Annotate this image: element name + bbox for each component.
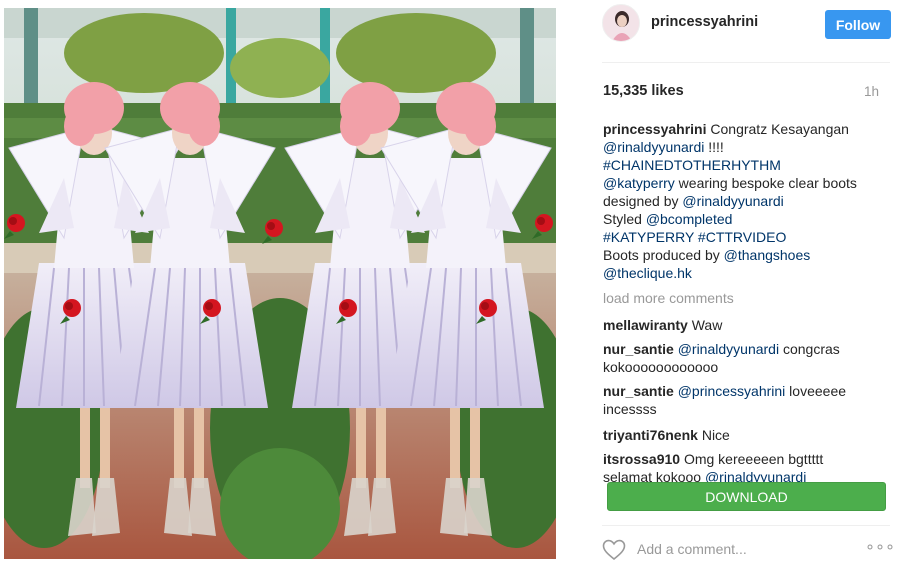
caption-text: Styled	[603, 211, 646, 227]
post-author-username[interactable]: princessyahrini	[651, 14, 758, 30]
post-caption: princessyahrini Congratz Kesayangan @rin…	[603, 120, 893, 282]
avatar[interactable]	[602, 4, 640, 42]
hashtag-link[interactable]: #CTTRVIDEO	[694, 229, 786, 245]
comment-text: incessss	[603, 401, 657, 417]
caption-text: Boots produced by	[603, 247, 724, 263]
comments-list: mellawiranty Waw nur_santie @rinaldyyuna…	[603, 314, 893, 482]
mention-link[interactable]: @rinaldyyunardi	[674, 341, 779, 357]
comment-text: congcras	[779, 341, 840, 357]
footer-divider	[602, 525, 890, 526]
post-photo[interactable]	[4, 8, 556, 559]
mention-link[interactable]: @rinaldyyunardi	[682, 193, 783, 209]
heart-icon-glyph	[602, 539, 626, 561]
likes-count[interactable]: 15,335 likes	[603, 83, 684, 99]
post-image	[4, 8, 556, 559]
comment-text: Nice	[697, 427, 730, 443]
add-comment-input[interactable]: Add a comment...	[637, 541, 747, 557]
comment-text: Waw	[687, 317, 723, 333]
mention-link[interactable]: @thangshoes	[724, 247, 811, 263]
comment-text: loveeeee	[785, 383, 847, 399]
comment-item: itsrossa910 Omg kereeeeen bgttttt selama…	[603, 450, 823, 482]
comment-username[interactable]: mellawiranty	[603, 317, 688, 333]
comment-text: kokoooooooooooo	[603, 359, 719, 375]
load-more-comments-link[interactable]: load more comments	[603, 290, 734, 306]
mention-link[interactable]: @bcompleted	[646, 211, 733, 227]
hashtag-link[interactable]: #CHAINEDTOTHERHYTHM	[603, 157, 781, 173]
comment-username[interactable]: itsrossa910	[603, 451, 680, 467]
caption-text: designed by	[603, 193, 683, 209]
post-time[interactable]: 1h	[864, 84, 879, 99]
mention-link[interactable]: @katyperry	[603, 175, 675, 191]
comment-text: selamat kokooo	[603, 469, 705, 482]
comment-item: nur_santie @rinaldyyunardi congcras koko…	[603, 340, 840, 376]
hashtag-link[interactable]: #KATYPERRY	[603, 229, 694, 245]
comment-username[interactable]: triyanti76nenk	[603, 427, 698, 443]
comment-item: nur_santie @princessyahrini loveeeee inc…	[603, 382, 846, 418]
avatar-image	[603, 5, 639, 41]
header-divider	[602, 62, 890, 63]
comment-username[interactable]: nur_santie	[603, 383, 674, 399]
comment-item: mellawiranty Waw	[603, 316, 722, 334]
post-details-panel: princessyahrini Follow 15,335 likes 1h p…	[588, 0, 898, 563]
follow-button[interactable]: Follow	[825, 10, 891, 39]
post-header: princessyahrini Follow	[588, 0, 898, 48]
caption-text: !!!!	[704, 139, 724, 155]
caption-text: Congratz Kesayangan	[706, 121, 849, 137]
comment-item: triyanti76nenk Nice	[603, 426, 730, 444]
mention-link[interactable]: @rinaldyyunardi	[603, 139, 704, 155]
comment-text: Omg kereeeeen bgttttt	[680, 451, 824, 467]
mention-link[interactable]: @princessyahrini	[674, 383, 786, 399]
download-button[interactable]: DOWNLOAD	[607, 482, 886, 511]
more-options-icon[interactable]: ∘∘∘	[865, 537, 895, 557]
caption-username[interactable]: princessyahrini	[603, 121, 707, 137]
heart-icon[interactable]	[602, 539, 626, 561]
caption-text: wearing bespoke clear boots	[674, 175, 857, 191]
mention-link[interactable]: @rinaldyyunardi	[705, 469, 806, 482]
comment-username[interactable]: nur_santie	[603, 341, 674, 357]
mention-link[interactable]: @theclique.hk	[603, 265, 692, 281]
